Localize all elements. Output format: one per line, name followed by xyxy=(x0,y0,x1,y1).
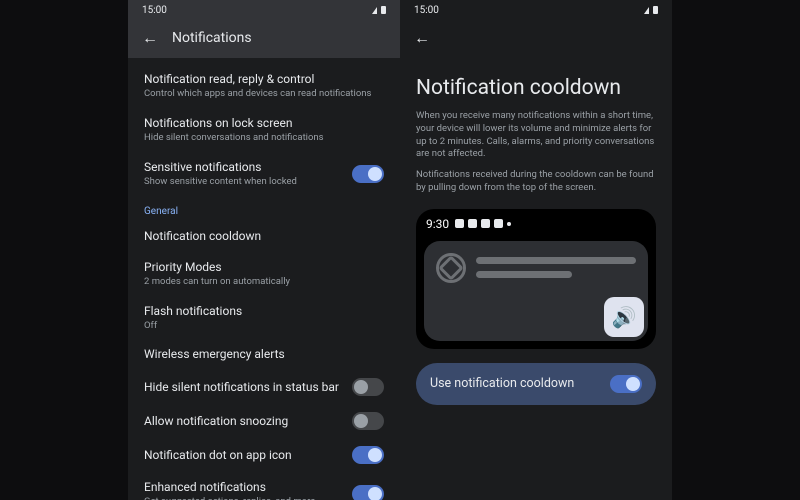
notification-cooldown-screen: 15:00 ← Notification cooldown When you r… xyxy=(400,0,672,500)
mini-icon xyxy=(468,219,477,228)
toggle-use-cooldown[interactable] xyxy=(610,375,642,393)
back-icon[interactable]: ← xyxy=(142,30,158,46)
row-subtitle: Get suggested actions, replies, and more xyxy=(144,496,342,500)
status-icons xyxy=(372,6,386,14)
row-flash[interactable]: Flash notifications Off xyxy=(144,296,384,340)
app-bar: ← Notifications xyxy=(128,20,400,58)
row-title: Allow notification snoozing xyxy=(144,414,342,429)
illus-lines xyxy=(476,253,636,285)
row-emergency[interactable]: Wireless emergency alerts xyxy=(144,339,384,370)
row-title: Notification cooldown xyxy=(144,229,384,244)
status-bar: 15:00 xyxy=(400,0,672,20)
content[interactable]: Notification cooldown When you receive m… xyxy=(400,58,672,500)
illus-mini-icons xyxy=(455,219,511,228)
row-title: Flash notifications xyxy=(144,304,384,319)
back-icon[interactable]: ← xyxy=(414,30,430,46)
status-icons xyxy=(644,6,658,14)
row-title: Notification read, reply & control xyxy=(144,72,384,87)
use-cooldown-row[interactable]: Use notification cooldown xyxy=(416,363,656,405)
avatar-icon xyxy=(436,253,466,283)
row-subtitle: Off xyxy=(144,320,384,332)
signal-icon xyxy=(372,7,377,14)
mini-icon xyxy=(481,219,490,228)
status-time: 15:00 xyxy=(142,5,167,16)
toggle-hide-silent[interactable] xyxy=(352,378,384,396)
row-hide-silent[interactable]: Hide silent notifications in status bar xyxy=(144,370,384,404)
row-title: Priority Modes xyxy=(144,260,384,275)
row-notif-read-reply[interactable]: Notification read, reply & control Contr… xyxy=(144,64,384,108)
row-sensitive[interactable]: Sensitive notifications Show sensitive c… xyxy=(144,152,384,196)
description-2: Notifications received during the cooldo… xyxy=(416,169,656,203)
line xyxy=(476,257,636,264)
row-subtitle: Show sensitive content when locked xyxy=(144,176,342,188)
row-subtitle: Control which apps and devices can read … xyxy=(144,88,384,100)
status-bar: 15:00 xyxy=(128,0,400,20)
row-priority-modes[interactable]: Priority Modes 2 modes can turn on autom… xyxy=(144,252,384,296)
notifications-settings-screen: 15:00 ← Notifications Notification read,… xyxy=(128,0,400,500)
row-enhanced[interactable]: Enhanced notifications Get suggested act… xyxy=(144,472,384,500)
toggle-enhanced[interactable] xyxy=(352,485,384,500)
battery-icon xyxy=(381,6,386,14)
volume-icon: 🔊 xyxy=(612,305,637,329)
illus-status-bar: 9:30 xyxy=(426,217,646,231)
illus-time: 9:30 xyxy=(426,217,449,231)
row-title: Notifications on lock screen xyxy=(144,116,384,131)
row-title: Enhanced notifications xyxy=(144,480,342,495)
battery-icon xyxy=(653,6,658,14)
row-title: Notification dot on app icon xyxy=(144,448,342,463)
row-title: Sensitive notifications xyxy=(144,160,342,175)
settings-list[interactable]: Notification read, reply & control Contr… xyxy=(128,58,400,500)
illustration: 9:30 xyxy=(416,209,656,349)
mini-icon xyxy=(507,222,511,226)
row-subtitle: Hide silent conversations and notificati… xyxy=(144,132,384,144)
toggle-snoozing[interactable] xyxy=(352,412,384,430)
row-lock-screen[interactable]: Notifications on lock screen Hide silent… xyxy=(144,108,384,152)
description-1: When you receive many notifications with… xyxy=(416,110,656,169)
mini-icon xyxy=(455,219,464,228)
mini-icon xyxy=(494,219,503,228)
use-cooldown-label: Use notification cooldown xyxy=(430,376,574,391)
row-title: Hide silent notifications in status bar xyxy=(144,380,342,395)
toggle-dot[interactable] xyxy=(352,446,384,464)
row-snoozing[interactable]: Allow notification snoozing xyxy=(144,404,384,438)
status-time: 15:00 xyxy=(414,5,439,16)
section-general: General xyxy=(144,196,384,221)
row-subtitle: 2 modes can turn on automatically xyxy=(144,276,384,288)
volume-badge: 🔊 xyxy=(604,297,644,337)
row-title: Wireless emergency alerts xyxy=(144,347,384,362)
toggle-sensitive[interactable] xyxy=(352,165,384,183)
row-cooldown[interactable]: Notification cooldown xyxy=(144,221,384,252)
app-bar-title: Notifications xyxy=(172,30,252,46)
page-title: Notification cooldown xyxy=(416,64,656,110)
line xyxy=(476,271,572,278)
row-dot[interactable]: Notification dot on app icon xyxy=(144,438,384,472)
app-bar: ← xyxy=(400,20,672,58)
illus-notif-card: 🔊 xyxy=(424,241,648,341)
signal-icon xyxy=(644,7,649,14)
